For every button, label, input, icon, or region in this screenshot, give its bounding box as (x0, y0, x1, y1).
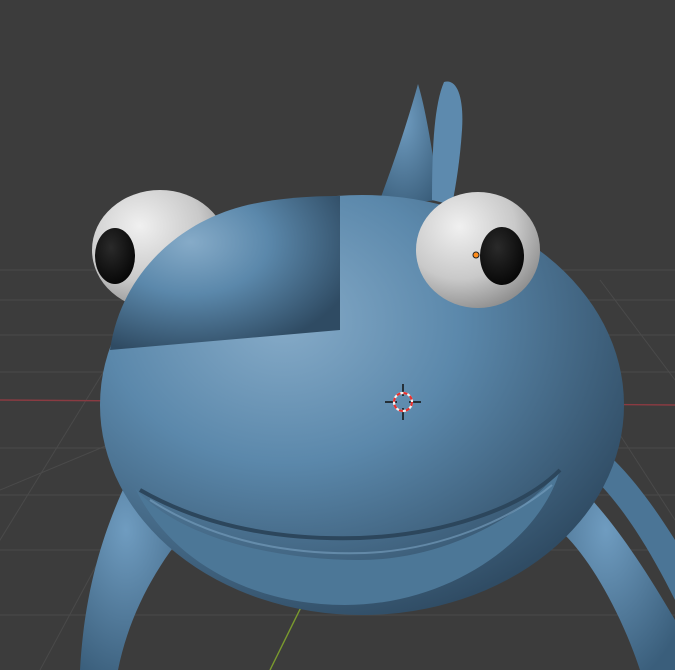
eye-right[interactable] (416, 192, 540, 308)
object-origin-dot (472, 251, 480, 259)
viewport-scene[interactable] (0, 0, 675, 670)
3d-viewport[interactable] (0, 0, 675, 670)
dorsal-fins (378, 81, 463, 205)
